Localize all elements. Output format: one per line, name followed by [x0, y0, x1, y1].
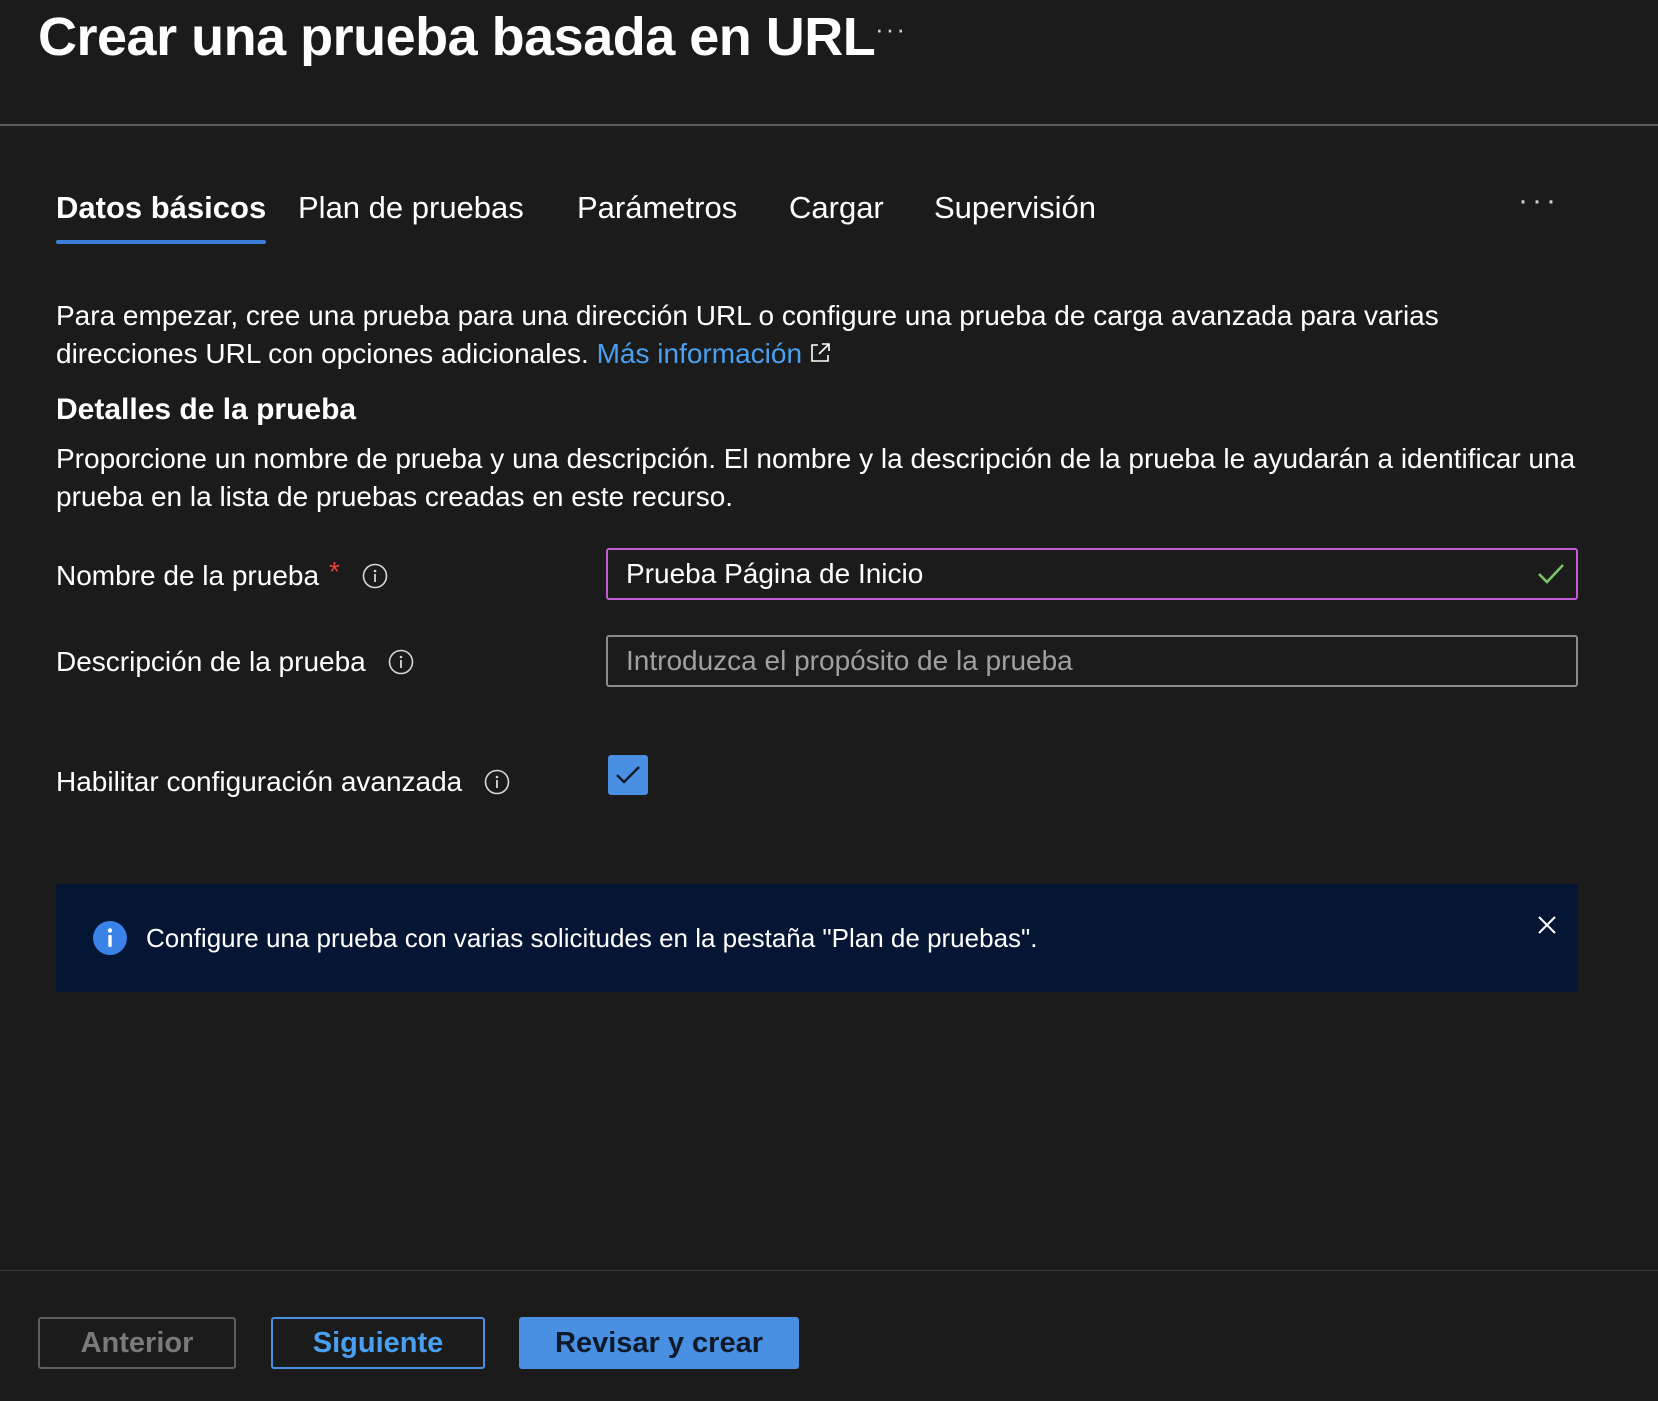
section-title: Detalles de la prueba	[56, 393, 357, 426]
learn-more-link[interactable]: Más información	[597, 338, 832, 369]
external-link-icon	[808, 337, 832, 375]
tab-label: Plan de pruebas	[298, 190, 524, 225]
tab-label: Supervisión	[934, 190, 1096, 225]
test-name-label-row: Nombre de la prueba *	[56, 556, 388, 592]
tab-label: Parámetros	[577, 190, 738, 225]
footer-bar: Anterior Siguiente Revisar y crear	[0, 1270, 1658, 1401]
tabs-overflow-button[interactable]: ···	[1518, 184, 1560, 218]
test-name-input[interactable]	[606, 548, 1578, 600]
required-indicator: *	[329, 556, 340, 587]
more-options-button[interactable]: ···	[875, 14, 907, 45]
info-icon[interactable]	[362, 563, 388, 589]
advanced-config-label: Habilitar configuración avanzada	[56, 766, 463, 797]
learn-more-label: Más información	[596, 338, 803, 369]
page-title: Crear una prueba basada en URL	[38, 7, 876, 67]
tab-cargar[interactable]: Cargar	[789, 190, 884, 242]
info-icon[interactable]	[388, 649, 414, 675]
tab-supervision[interactable]: Supervisión	[934, 190, 1096, 242]
review-create-button[interactable]: Revisar y crear	[519, 1317, 799, 1369]
banner-message: Configure una prueba con varias solicitu…	[146, 922, 1038, 953]
info-banner: Configure una prueba con varias solicitu…	[56, 884, 1578, 992]
next-button[interactable]: Siguiente	[271, 1317, 485, 1369]
close-icon[interactable]	[1530, 908, 1564, 942]
section-description: Proporcione un nombre de prueba y una de…	[56, 443, 1576, 512]
test-description-label: Descripción de la prueba	[56, 646, 366, 677]
advanced-config-label-row: Habilitar configuración avanzada	[56, 766, 510, 798]
tab-label: Datos básicos	[56, 190, 267, 225]
tab-parametros[interactable]: Parámetros	[577, 190, 737, 242]
test-name-label: Nombre de la prueba	[56, 560, 320, 591]
previous-button[interactable]: Anterior	[38, 1317, 236, 1369]
info-filled-icon	[92, 920, 128, 956]
valid-check-icon	[1536, 562, 1566, 586]
tab-datos-basicos[interactable]: Datos básicos	[56, 190, 267, 244]
page-header: Crear una prueba basada en URL ···	[0, 0, 1658, 126]
checkmark-icon	[616, 766, 640, 784]
test-description-input[interactable]	[606, 635, 1578, 687]
advanced-config-checkbox[interactable]	[608, 755, 648, 795]
tab-plan-de-pruebas[interactable]: Plan de pruebas	[298, 190, 524, 242]
tab-label: Cargar	[789, 190, 884, 225]
test-description-label-row: Descripción de la prueba	[56, 646, 414, 678]
active-tab-indicator	[56, 240, 267, 244]
info-icon[interactable]	[484, 769, 510, 795]
tab-bar: Datos básicos Plan de pruebas Parámetros…	[56, 184, 1576, 256]
intro-text: Para empezar, cree una prueba para una d…	[56, 297, 1576, 375]
